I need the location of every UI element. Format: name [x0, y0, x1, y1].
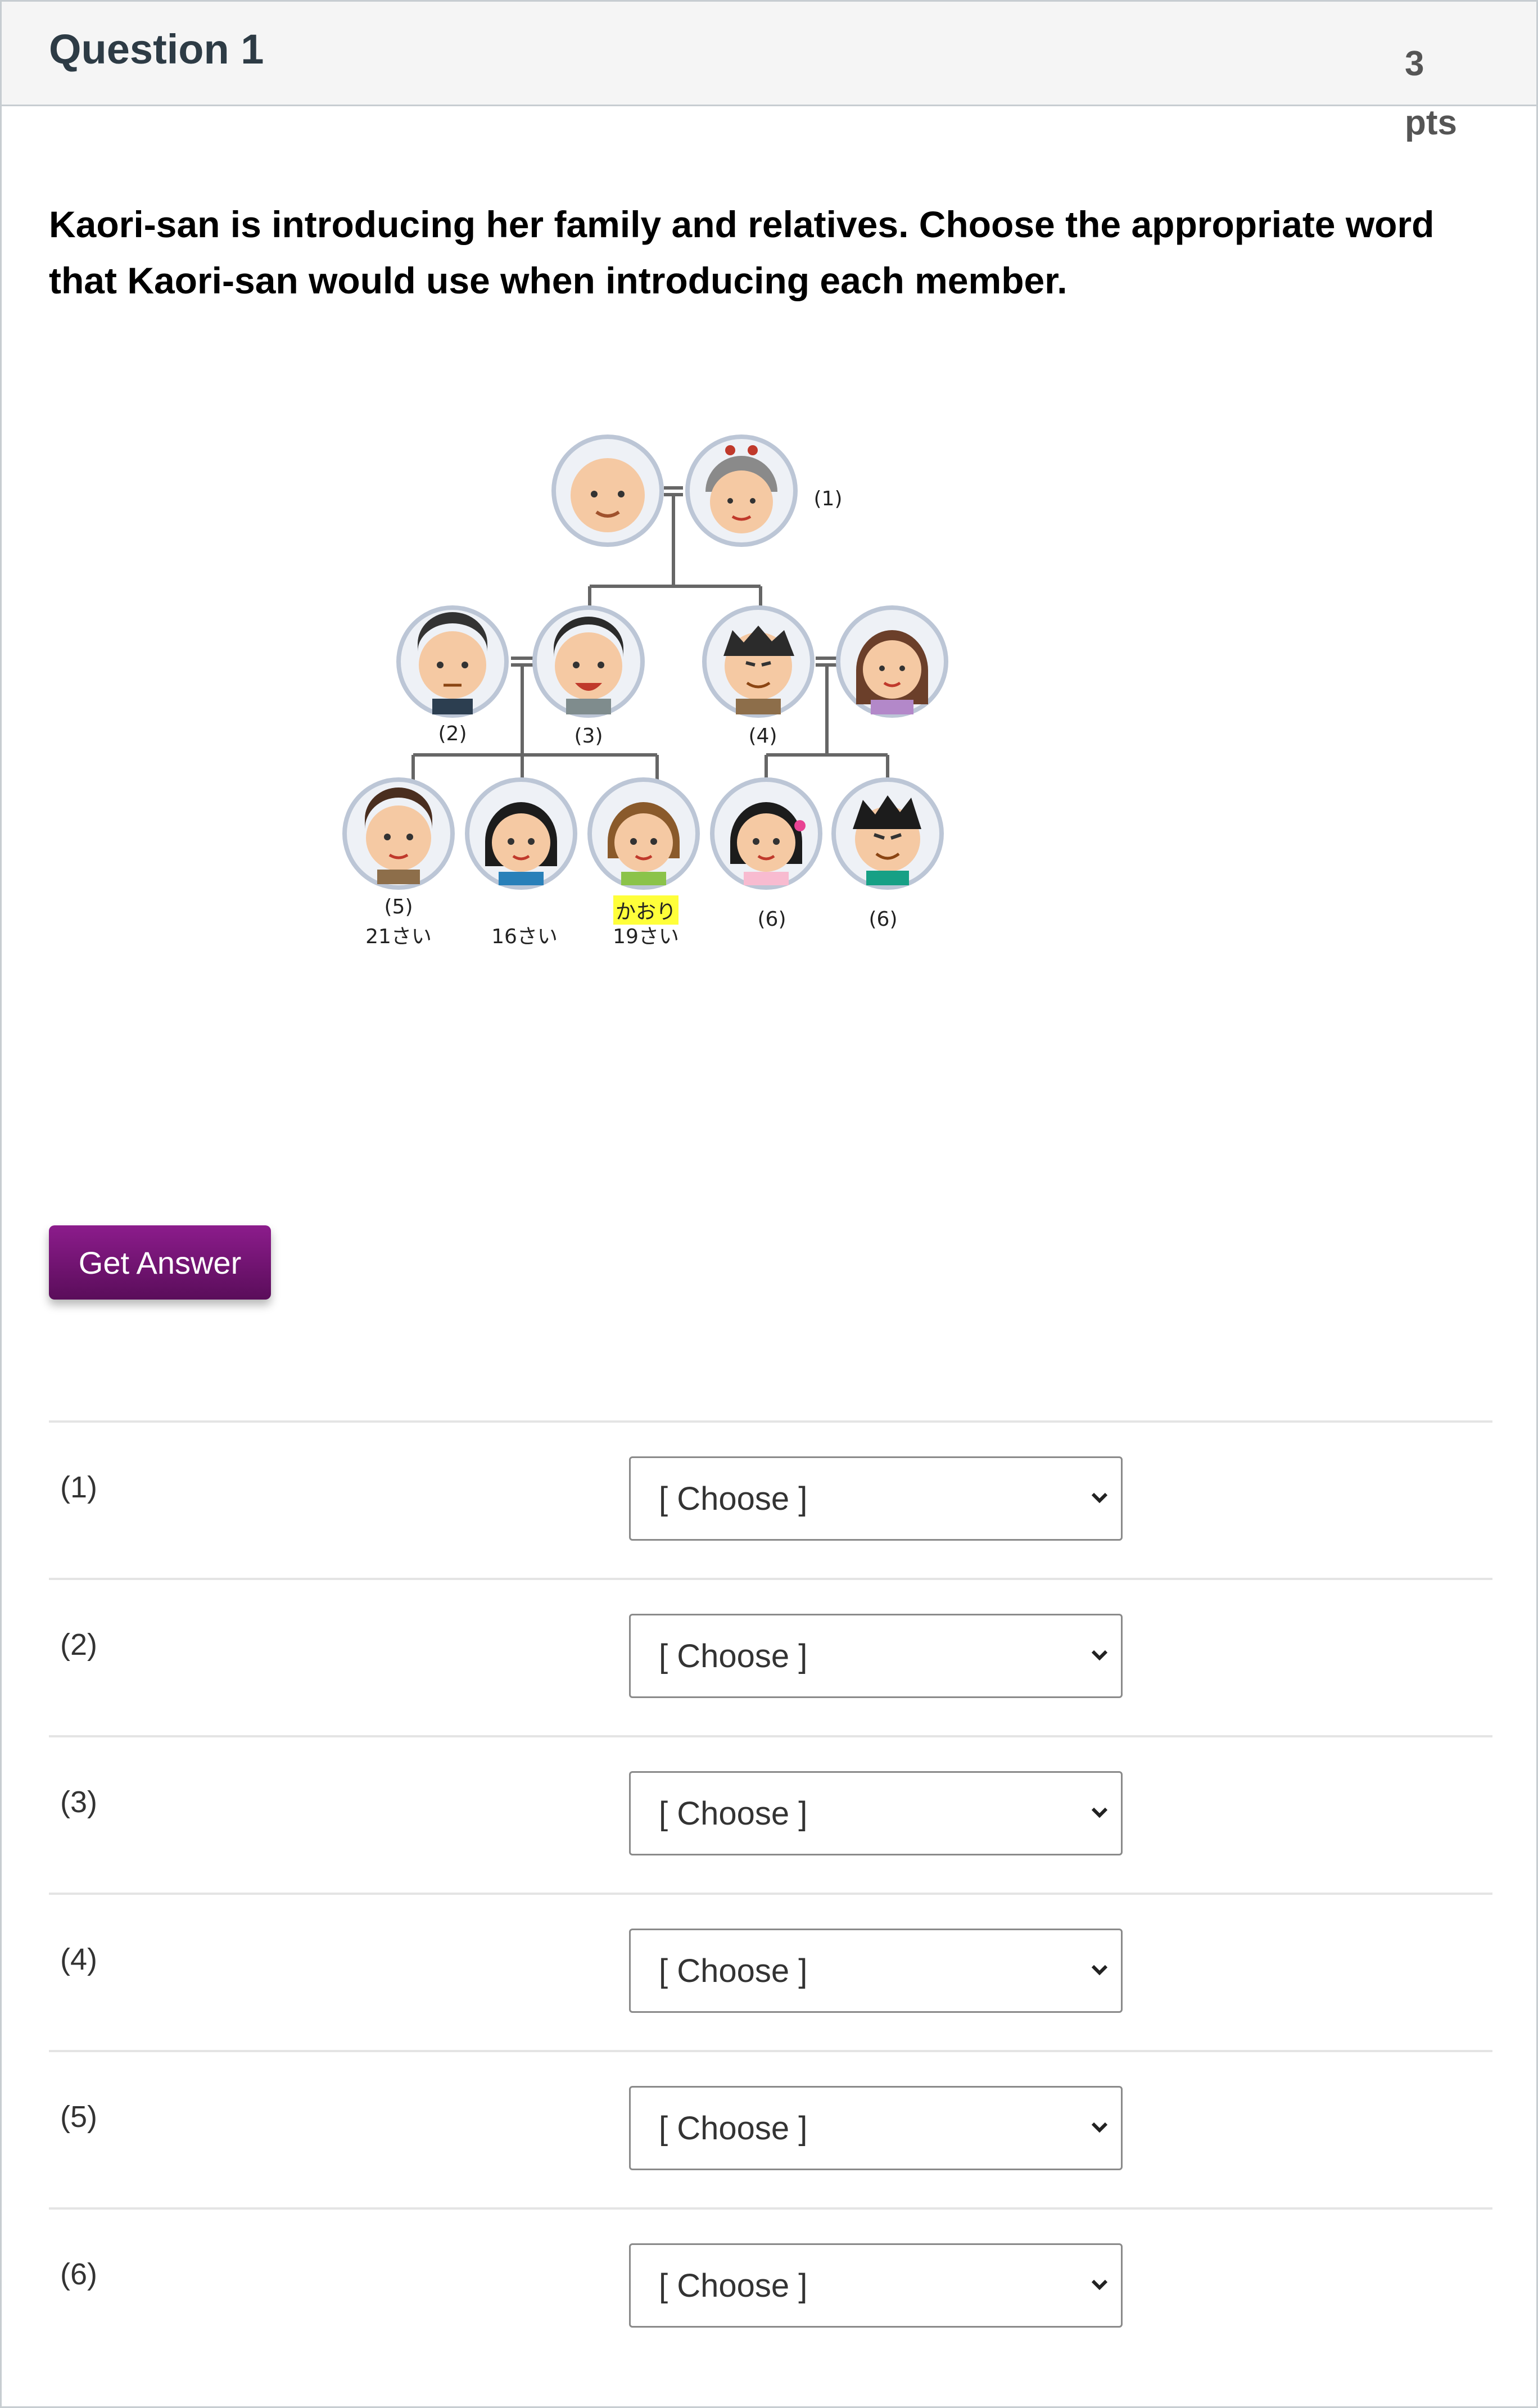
- question-title: Question 1: [49, 26, 264, 73]
- row-divider: [49, 1578, 1492, 1580]
- row-divider: [49, 1420, 1492, 1423]
- grandfather-avatar: [551, 434, 664, 547]
- question-points: 3 pts: [1405, 44, 1457, 142]
- brother-avatar: [342, 777, 455, 890]
- row-label-3: (3): [60, 1785, 97, 1819]
- age-16: 16さい: [491, 925, 558, 948]
- age-19: 19さい: [613, 925, 679, 948]
- row-label-5: (5): [60, 2100, 97, 2134]
- family-tree-diagram: [342, 434, 948, 890]
- row-label-2: (2): [60, 1628, 97, 1662]
- chevron-down-icon: [1091, 1492, 1108, 1504]
- question-header: Question 1 3 pts: [2, 2, 1536, 142]
- row-divider: [49, 2207, 1492, 2210]
- family-tree-image: (1) (2) (3) (4) (5) 21さい 16さい かおり 19さい (…: [328, 429, 991, 968]
- answer-select-4[interactable]: [ Choose ]: [629, 1929, 1123, 2013]
- grandmother-avatar: [685, 434, 798, 547]
- row-label-6: (6): [60, 2257, 97, 2291]
- uncle-avatar: [396, 605, 509, 718]
- select-value: [ Choose ]: [659, 2110, 808, 2147]
- answer-select-5[interactable]: [ Choose ]: [629, 2086, 1123, 2170]
- answer-select-2[interactable]: [ Choose ]: [629, 1614, 1123, 1698]
- answer-select-3[interactable]: [ Choose ]: [629, 1771, 1123, 1855]
- cousin-girl-avatar: [710, 777, 822, 890]
- chevron-down-icon: [1091, 1650, 1108, 1661]
- row-label-1: (1): [60, 1470, 97, 1504]
- select-value: [ Choose ]: [659, 1637, 808, 1674]
- age-21: 21さい: [365, 925, 432, 948]
- label-3: (3): [574, 725, 603, 748]
- label-4: (4): [748, 725, 777, 748]
- label-6-right: (6): [868, 908, 898, 931]
- select-value: [ Choose ]: [659, 1795, 808, 1832]
- question-card: Question 1 3 pts Kaori-san is introducin…: [0, 0, 1538, 2408]
- answer-select-6[interactable]: [ Choose ]: [629, 2243, 1123, 2328]
- chevron-down-icon: [1091, 2122, 1108, 2133]
- select-value: [ Choose ]: [659, 1952, 808, 1989]
- row-label-4: (4): [60, 1943, 97, 1976]
- chevron-down-icon: [1091, 1965, 1108, 1976]
- cousin-boy-avatar: [831, 777, 944, 890]
- mother-side-man-avatar: [702, 605, 815, 718]
- kaori-avatar: [587, 777, 700, 890]
- younger-sister-avatar: [465, 777, 577, 890]
- answer-select-1[interactable]: [ Choose ]: [629, 1456, 1123, 1541]
- chevron-down-icon: [1091, 1807, 1108, 1818]
- row-divider: [49, 1735, 1492, 1737]
- label-6-left: (6): [757, 908, 786, 931]
- chevron-down-icon: [1091, 2279, 1108, 2291]
- aunt-avatar: [836, 605, 948, 718]
- label-1: (1): [813, 487, 843, 510]
- select-value: [ Choose ]: [659, 1480, 808, 1517]
- label-2: (2): [438, 722, 467, 745]
- label-5: (5): [384, 895, 413, 918]
- row-divider: [49, 1893, 1492, 1895]
- row-divider: [49, 2050, 1492, 2052]
- select-value: [ Choose ]: [659, 2267, 808, 2304]
- question-prompt: Kaori-san is introducing her family and …: [49, 203, 1435, 301]
- father-avatar: [532, 605, 645, 718]
- get-answer-button[interactable]: Get Answer: [49, 1225, 271, 1300]
